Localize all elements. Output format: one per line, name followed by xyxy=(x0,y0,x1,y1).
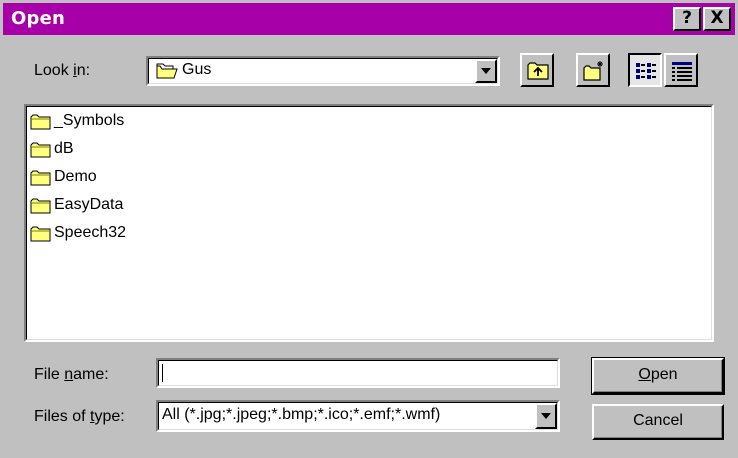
text-cursor xyxy=(162,364,163,382)
folder-icon xyxy=(30,113,52,136)
chevron-down-icon xyxy=(541,413,551,419)
look-in-dropdown-button[interactable] xyxy=(475,59,497,83)
list-item-label: _Symbols xyxy=(54,112,125,129)
create-new-folder-button[interactable] xyxy=(576,53,610,87)
files-of-type-label: Files of type: xyxy=(34,408,125,425)
title-bar[interactable]: Open ? X xyxy=(3,3,735,35)
files-of-type-dropdown-button[interactable] xyxy=(535,403,557,429)
look-in-value: Gus xyxy=(182,61,212,78)
close-button[interactable]: X xyxy=(703,7,731,31)
list-item-label: EasyData xyxy=(54,196,124,213)
list-item-label: Speech32 xyxy=(54,224,127,241)
details-view-button[interactable] xyxy=(664,53,698,87)
file-list[interactable] xyxy=(24,104,714,342)
folder-icon xyxy=(30,141,52,164)
folder-up-icon xyxy=(527,62,549,80)
open-dialog: Open ? X Look in: Gus _Symbols dB Demo E… xyxy=(0,0,738,458)
new-folder-icon xyxy=(583,61,603,81)
folder-icon xyxy=(156,62,178,85)
files-of-type-value: All (*.jpg;*.jpeg;*.bmp;*.ico;*.emf;*.wm… xyxy=(162,406,441,423)
help-button[interactable]: ? xyxy=(673,7,701,31)
folder-icon xyxy=(30,197,52,220)
list-view-icon xyxy=(636,63,656,79)
open-button[interactable]: Open xyxy=(591,357,725,395)
cancel-button[interactable]: Cancel xyxy=(592,404,724,440)
list-view-button[interactable] xyxy=(628,53,662,87)
look-in-label: Look in: xyxy=(34,62,91,79)
list-item-label: Demo xyxy=(54,168,97,185)
file-name-label: File name: xyxy=(34,366,109,383)
folder-icon xyxy=(30,225,52,248)
window-title: Open xyxy=(11,8,66,29)
details-view-icon xyxy=(672,62,692,81)
chevron-down-icon xyxy=(481,68,491,74)
look-in-combo[interactable]: Gus xyxy=(146,56,500,86)
file-name-input[interactable] xyxy=(156,358,560,388)
folder-icon xyxy=(30,169,52,192)
list-item-label: dB xyxy=(54,140,74,157)
up-one-level-button[interactable] xyxy=(520,53,554,87)
files-of-type-combo[interactable]: All (*.jpg;*.jpeg;*.bmp;*.ico;*.emf;*.wm… xyxy=(156,400,560,432)
